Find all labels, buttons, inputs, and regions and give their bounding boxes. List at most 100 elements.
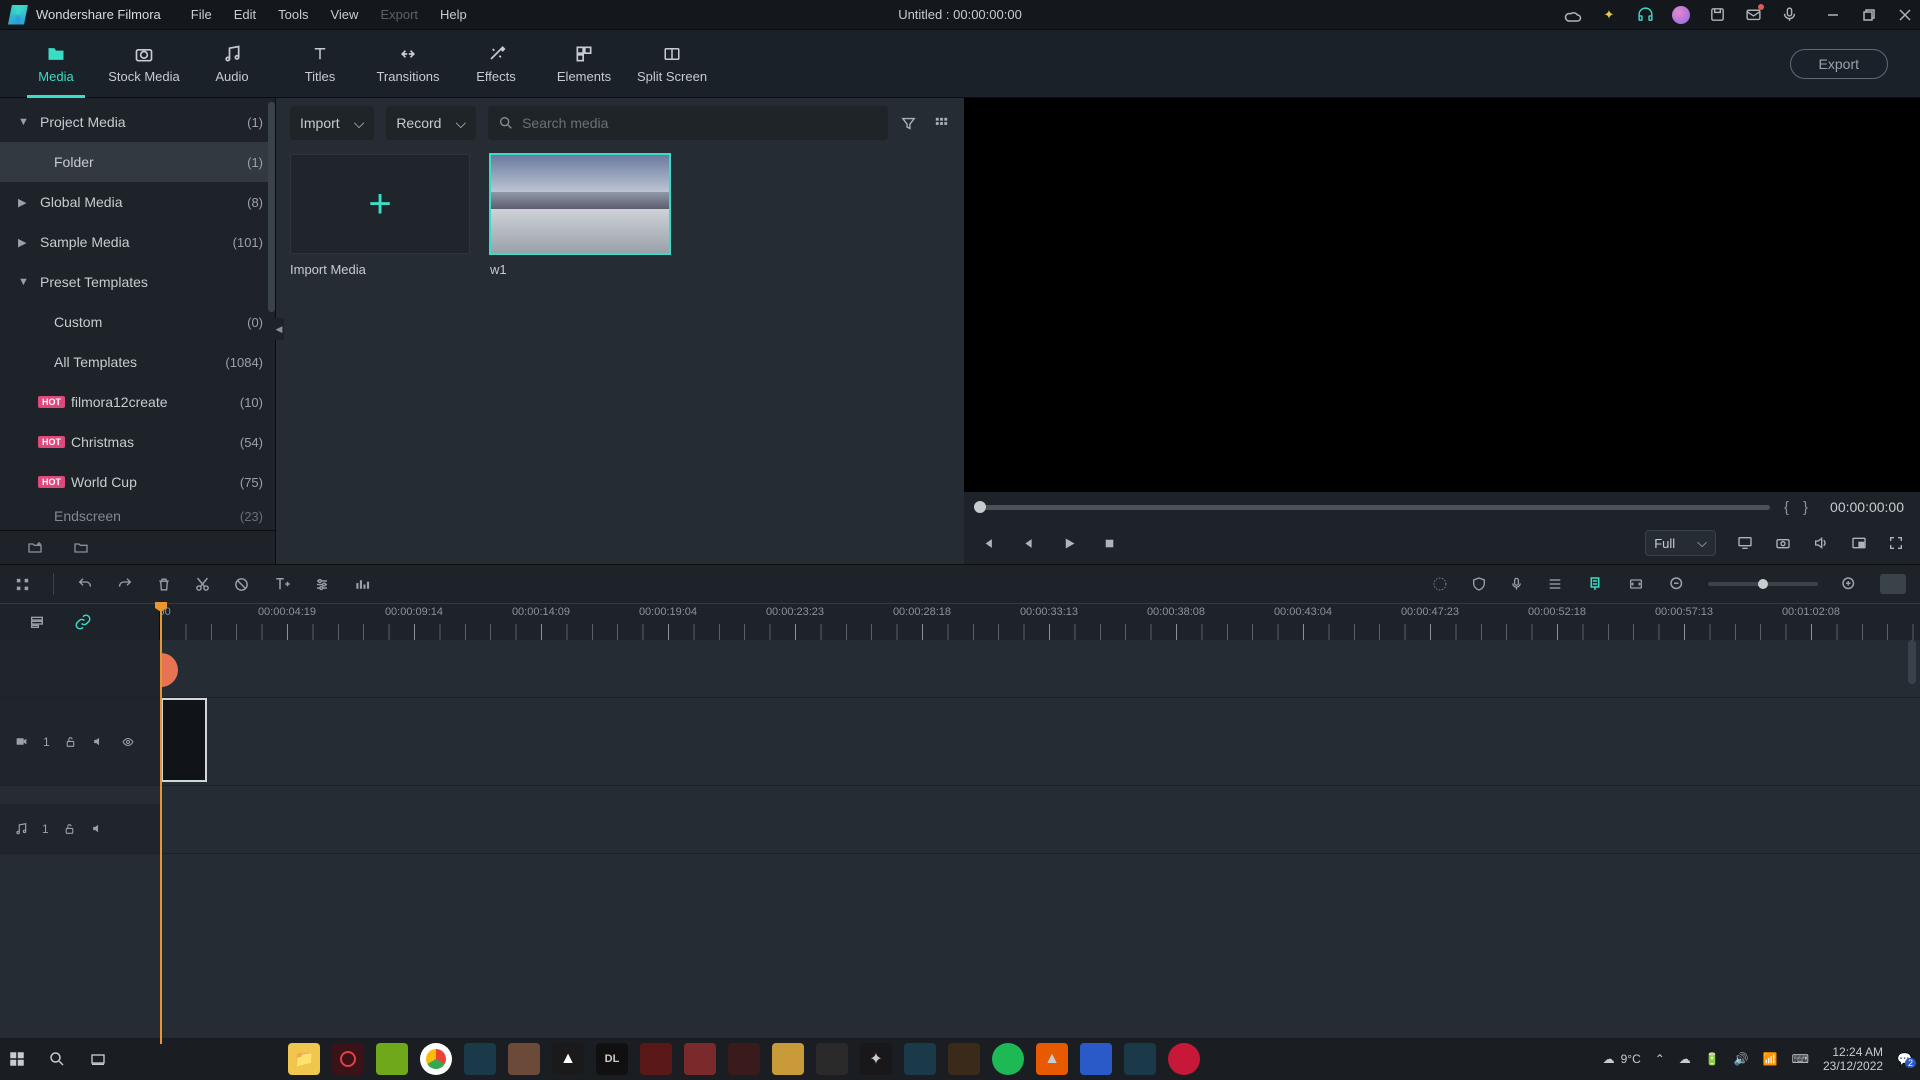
filter-icon[interactable] xyxy=(900,115,917,132)
app-red-icon[interactable] xyxy=(1168,1043,1200,1075)
color-icon[interactable] xyxy=(1431,575,1449,593)
scrub-handle[interactable] xyxy=(974,501,986,513)
avatar-icon[interactable] xyxy=(1672,6,1690,24)
timeline-playhead[interactable] xyxy=(160,604,162,1044)
menu-view[interactable]: View xyxy=(330,7,358,22)
tree-global-media[interactable]: ▶Global Media(8) xyxy=(0,182,275,222)
app-game1-icon[interactable] xyxy=(508,1043,540,1075)
video-track-icon[interactable] xyxy=(14,735,29,748)
timeline-clip[interactable] xyxy=(161,698,207,782)
app-game4-icon[interactable] xyxy=(684,1043,716,1075)
app-vlc-icon[interactable]: ▲ xyxy=(1036,1043,1068,1075)
maximize-icon[interactable] xyxy=(1862,8,1876,22)
cut-icon[interactable] xyxy=(194,576,211,593)
app-game7-icon[interactable] xyxy=(816,1043,848,1075)
play-reverse-icon[interactable] xyxy=(1021,536,1036,551)
tree-filmora12create[interactable]: HOTfilmora12create(10) xyxy=(0,382,275,422)
tab-media[interactable]: Media xyxy=(12,30,100,98)
menu-export[interactable]: Export xyxy=(380,7,418,22)
mark-in-icon[interactable]: { xyxy=(1784,499,1789,516)
record-dropdown[interactable]: Record⌵ xyxy=(386,106,476,140)
tray-volume-icon[interactable]: 🔊 xyxy=(1734,1052,1749,1066)
tray-lang-icon[interactable]: ⌨ xyxy=(1792,1052,1809,1066)
tree-preset-templates[interactable]: ▼Preset Templates xyxy=(0,262,275,302)
app-filmora-icon[interactable] xyxy=(464,1043,496,1075)
voiceover-icon[interactable] xyxy=(1509,575,1524,593)
app-spotify-icon[interactable] xyxy=(992,1043,1024,1075)
link-icon[interactable] xyxy=(74,613,92,631)
tab-elements[interactable]: Elements xyxy=(540,30,628,98)
track-manager-icon[interactable] xyxy=(28,614,46,630)
zoom-slider[interactable] xyxy=(1708,582,1818,586)
shield-icon[interactable] xyxy=(1471,575,1487,593)
visibility-icon[interactable] xyxy=(120,736,136,748)
app-game8-icon[interactable]: ✦ xyxy=(860,1043,892,1075)
tree-christmas[interactable]: HOTChristmas(54) xyxy=(0,422,275,462)
tree-all-templates[interactable]: All Templates(1084) xyxy=(0,342,275,382)
app-game2-icon[interactable]: ▲ xyxy=(552,1043,584,1075)
timeline-ruler[interactable]: 0:0000:00:04:1900:00:09:1400:00:14:0900:… xyxy=(160,604,1920,640)
lock-icon[interactable] xyxy=(64,735,77,749)
titles-add-icon[interactable] xyxy=(272,575,291,593)
tree-project-media[interactable]: ▼Project Media(1) xyxy=(0,102,275,142)
folder-icon[interactable] xyxy=(72,540,90,556)
prev-frame-icon[interactable] xyxy=(980,536,995,551)
zoom-out-icon[interactable] xyxy=(1668,575,1686,593)
menu-tools[interactable]: Tools xyxy=(278,7,308,22)
import-media-tile[interactable]: + Import Media xyxy=(290,154,470,558)
export-button[interactable]: Export xyxy=(1790,49,1888,79)
zoom-handle[interactable] xyxy=(1758,579,1768,589)
play-icon[interactable] xyxy=(1062,536,1077,551)
search-input[interactable] xyxy=(522,115,878,131)
tab-stock-media[interactable]: Stock Media xyxy=(100,30,188,98)
taskbar-clock[interactable]: 12:24 AM 23/12/2022 xyxy=(1823,1045,1883,1074)
weather-widget[interactable]: ☁9°C xyxy=(1603,1052,1641,1066)
marker-add-icon[interactable] xyxy=(1586,575,1604,593)
notifications-icon[interactable]: 💬2 xyxy=(1897,1052,1912,1066)
app-dl-icon[interactable]: DL xyxy=(596,1043,628,1075)
lock-icon[interactable] xyxy=(63,822,76,836)
crop-icon[interactable] xyxy=(233,576,250,593)
tree-scrollbar[interactable] xyxy=(268,102,275,312)
tree-folder[interactable]: Folder(1) xyxy=(0,142,275,182)
lightbulb-icon[interactable]: ✦ xyxy=(1600,6,1618,24)
app-game9-icon[interactable] xyxy=(904,1043,936,1075)
media-clip-w1[interactable]: w1 xyxy=(490,154,670,558)
tree-sample-media[interactable]: ▶Sample Media(101) xyxy=(0,222,275,262)
tab-split-screen[interactable]: Split Screen xyxy=(628,30,716,98)
mute-icon[interactable] xyxy=(90,822,105,835)
menu-help[interactable]: Help xyxy=(440,7,467,22)
app-mail-icon[interactable] xyxy=(1080,1043,1112,1075)
fit-icon[interactable] xyxy=(1626,576,1646,592)
redo-icon[interactable] xyxy=(116,576,134,592)
tab-titles[interactable]: Titles xyxy=(276,30,364,98)
fullscreen-icon[interactable] xyxy=(1888,535,1904,551)
app-chrome-icon[interactable] xyxy=(420,1043,452,1075)
stop-icon[interactable] xyxy=(1103,536,1116,551)
app-game5-icon[interactable] xyxy=(728,1043,760,1075)
video-track-body[interactable] xyxy=(160,698,1920,785)
close-icon[interactable] xyxy=(1898,8,1912,22)
app-explorer-icon[interactable]: 📁 xyxy=(288,1043,320,1075)
tab-effects[interactable]: Effects xyxy=(452,30,540,98)
tree-world-cup[interactable]: HOTWorld Cup(75) xyxy=(0,462,275,502)
collapse-sidebar-icon[interactable]: ◀ xyxy=(274,318,284,340)
mark-out-icon[interactable]: } xyxy=(1803,499,1808,516)
mail-icon[interactable] xyxy=(1744,6,1762,24)
audio-track-icon[interactable] xyxy=(14,822,28,836)
zoom-fit-button[interactable] xyxy=(1880,574,1906,594)
mic-icon[interactable] xyxy=(1780,6,1798,24)
taskview-icon[interactable] xyxy=(88,1051,108,1067)
equalizer-icon[interactable] xyxy=(353,576,371,593)
tray-chevron-icon[interactable]: ⌃ xyxy=(1655,1052,1665,1066)
app-game6-icon[interactable] xyxy=(772,1043,804,1075)
video-track-1[interactable]: 1 xyxy=(0,698,1920,786)
save-icon[interactable] xyxy=(1708,6,1726,24)
adjust-icon[interactable] xyxy=(313,576,331,593)
display-icon[interactable] xyxy=(1736,535,1754,551)
minimize-icon[interactable] xyxy=(1826,8,1840,22)
preview-canvas[interactable] xyxy=(964,98,1920,492)
new-folder-icon[interactable] xyxy=(26,540,44,556)
start-icon[interactable] xyxy=(8,1050,26,1068)
tree-custom[interactable]: Custom(0) xyxy=(0,302,275,342)
